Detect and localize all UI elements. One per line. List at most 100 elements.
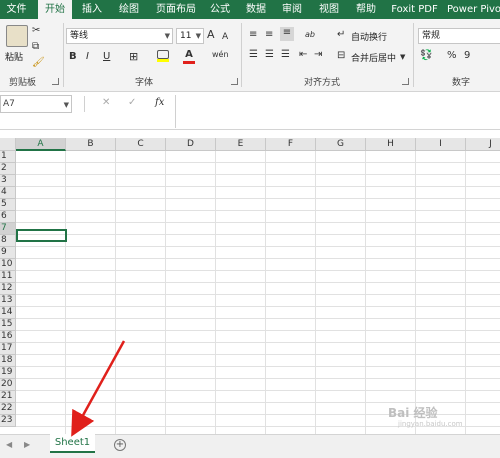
- font-size-select[interactable]: 11 ▼: [176, 28, 204, 44]
- paste-icon[interactable]: [6, 25, 28, 47]
- column-header-a[interactable]: A: [16, 138, 66, 151]
- tab-data[interactable]: 数据: [240, 0, 272, 19]
- decrease-indent-icon[interactable]: ⇤: [299, 49, 307, 61]
- column-header-e[interactable]: E: [216, 138, 266, 151]
- row-header[interactable]: 8: [0, 235, 16, 247]
- column-header-c[interactable]: C: [116, 138, 166, 151]
- font-color-icon[interactable]: A: [183, 49, 195, 64]
- row-header[interactable]: 6: [0, 211, 16, 223]
- row-header[interactable]: 7: [0, 223, 16, 235]
- column-header-g[interactable]: G: [316, 138, 366, 151]
- column-header-b[interactable]: B: [66, 138, 116, 151]
- row-header[interactable]: 9: [0, 247, 16, 259]
- tab-formulas[interactable]: 公式: [205, 0, 235, 19]
- row-header[interactable]: 14: [0, 307, 16, 319]
- row-header[interactable]: 19: [0, 367, 16, 379]
- alignment-launcher-icon[interactable]: [402, 78, 409, 85]
- align-top-icon[interactable]: ≡: [249, 29, 257, 41]
- phonetic-guide-icon[interactable]: wén: [212, 49, 229, 61]
- tab-view[interactable]: 视图: [313, 0, 345, 19]
- bold-button[interactable]: B: [69, 51, 77, 63]
- font-color-glyph: A: [185, 49, 193, 60]
- sheet-tab[interactable]: Sheet1: [50, 434, 95, 453]
- excel-window: 文件 开始 插入 绘图 页面布局 公式 数据 审阅 视图 帮助 Foxit PD…: [0, 0, 500, 458]
- column-header-f[interactable]: F: [266, 138, 316, 151]
- accounting-format-icon[interactable]: 💱: [420, 50, 432, 62]
- align-middle-icon[interactable]: ≡: [265, 29, 273, 41]
- column-header-h[interactable]: H: [366, 138, 416, 151]
- borders-icon[interactable]: ⊞: [129, 51, 138, 63]
- fill-color-icon[interactable]: [157, 50, 169, 62]
- align-bottom-icon[interactable]: ≡: [280, 27, 294, 41]
- scroll-right-icon[interactable]: ▶: [24, 440, 30, 449]
- tab-power-pivot[interactable]: Power Pivot: [447, 0, 500, 19]
- name-box-value: A7: [3, 99, 15, 109]
- font-launcher-icon[interactable]: [231, 78, 238, 85]
- underline-button[interactable]: U: [103, 51, 110, 63]
- row-header[interactable]: 13: [0, 295, 16, 307]
- chevron-down-icon[interactable]: ▼: [400, 51, 405, 63]
- align-right-icon[interactable]: ☰: [281, 49, 290, 61]
- merge-center-button[interactable]: 合并后居中: [351, 51, 396, 64]
- tab-home[interactable]: 开始: [38, 0, 72, 19]
- align-center-icon[interactable]: ☰: [265, 49, 274, 61]
- tab-file[interactable]: 文件: [0, 0, 33, 19]
- row-header[interactable]: 21: [0, 391, 16, 403]
- cut-icon[interactable]: ✂: [32, 25, 40, 37]
- format-painter-icon[interactable]: 🖌: [32, 57, 45, 69]
- alignment-group-label: 对齐方式: [304, 78, 341, 88]
- row-header[interactable]: 5: [0, 199, 16, 211]
- row-header[interactable]: 23: [0, 415, 16, 427]
- cell-area[interactable]: [16, 151, 500, 434]
- tab-insert[interactable]: 插入: [76, 0, 108, 19]
- insert-function-button[interactable]: fx: [155, 97, 164, 109]
- scroll-left-icon[interactable]: ◀: [6, 440, 12, 449]
- row-header[interactable]: 4: [0, 187, 16, 199]
- row-header[interactable]: 15: [0, 319, 16, 331]
- formula-bar: A7 ▼ ✕ ✓ fx: [0, 92, 500, 130]
- tab-draw[interactable]: 绘图: [113, 0, 145, 19]
- row-header[interactable]: 2: [0, 163, 16, 175]
- copy-icon[interactable]: ⧉: [32, 41, 39, 53]
- row-header[interactable]: 22: [0, 403, 16, 415]
- orientation-icon[interactable]: ab: [305, 29, 315, 41]
- row-header[interactable]: 12: [0, 283, 16, 295]
- font-group-label: 字体: [135, 78, 154, 88]
- shrink-font-icon[interactable]: A: [222, 31, 228, 43]
- row-header[interactable]: 17: [0, 343, 16, 355]
- add-sheet-button[interactable]: +: [114, 439, 126, 451]
- row-header[interactable]: 3: [0, 175, 16, 187]
- paste-button-label[interactable]: 粘贴: [5, 50, 23, 63]
- column-header-j[interactable]: J: [466, 138, 500, 151]
- tab-review[interactable]: 审阅: [276, 0, 308, 19]
- align-left-icon[interactable]: ☰: [249, 49, 258, 61]
- cancel-entry-icon[interactable]: ✕: [102, 97, 110, 109]
- select-all-button[interactable]: [0, 138, 16, 151]
- merge-center-icon[interactable]: ⊟: [337, 50, 345, 62]
- number-format-select[interactable]: 常规: [418, 28, 500, 44]
- comma-style-button[interactable]: 9: [464, 50, 470, 62]
- grow-font-icon[interactable]: A: [207, 29, 215, 41]
- active-cell-a7[interactable]: [16, 229, 67, 242]
- row-header[interactable]: 18: [0, 355, 16, 367]
- name-box[interactable]: A7 ▼: [0, 95, 72, 113]
- row-header[interactable]: 10: [0, 259, 16, 271]
- formula-input[interactable]: [175, 95, 500, 128]
- wrap-text-button[interactable]: 自动换行: [351, 30, 387, 43]
- tab-page-layout[interactable]: 页面布局: [151, 0, 201, 19]
- italic-button[interactable]: I: [86, 51, 89, 63]
- column-header-d[interactable]: D: [166, 138, 216, 151]
- row-header[interactable]: 20: [0, 379, 16, 391]
- row-header[interactable]: 16: [0, 331, 16, 343]
- percent-button[interactable]: %: [447, 50, 457, 62]
- wrap-text-icon[interactable]: ↵: [337, 29, 345, 41]
- confirm-entry-icon[interactable]: ✓: [128, 97, 136, 109]
- row-header[interactable]: 11: [0, 271, 16, 283]
- column-header-i[interactable]: I: [416, 138, 466, 151]
- tab-foxit-pdf[interactable]: Foxit PDF: [387, 0, 442, 19]
- increase-indent-icon[interactable]: ⇥: [314, 49, 322, 61]
- row-header[interactable]: 1: [0, 151, 16, 163]
- font-family-select[interactable]: 等线 ▼: [66, 28, 173, 44]
- tab-help[interactable]: 帮助: [350, 0, 382, 19]
- clipboard-launcher-icon[interactable]: [52, 78, 59, 85]
